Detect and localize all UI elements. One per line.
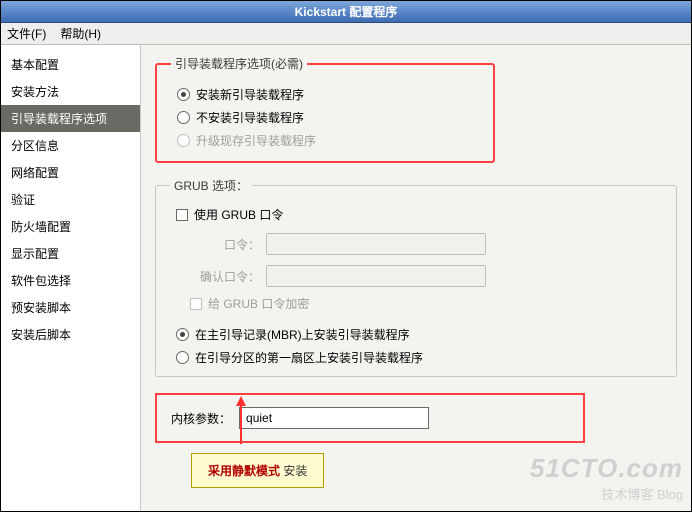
pass-label: 口令： [190, 236, 260, 253]
bootloader-options-group: 引导装载程序选项(必需) 安装新引导装载程序 不安装引导装载程序 升级现存引导装… [155, 55, 495, 163]
sidebar-item-1[interactable]: 安装方法 [1, 78, 140, 105]
annotation-note: 采用静默模式 安装 [191, 453, 324, 488]
menu-file[interactable]: 文件(F) [7, 25, 46, 42]
sidebar-item-7[interactable]: 显示配置 [1, 240, 140, 267]
check-label: 给 GRUB 口令加密 [208, 295, 309, 312]
kernel-params-input[interactable] [239, 407, 429, 429]
radio-label: 在主引导记录(MBR)上安装引导装载程序 [195, 326, 410, 343]
radio-icon [177, 134, 190, 147]
check-use-grub-pass[interactable]: 使用 GRUB 口令 [176, 206, 662, 223]
workspace: 基本配置安装方法引导装载程序选项分区信息网络配置验证防火墙配置显示配置软件包选择… [1, 45, 691, 511]
radio-icon [176, 328, 189, 341]
sidebar-item-9[interactable]: 预安装脚本 [1, 294, 140, 321]
sidebar-item-2[interactable]: 引导装载程序选项 [1, 105, 140, 132]
window-titlebar: Kickstart 配置程序 [1, 1, 691, 23]
radio-icon [177, 111, 190, 124]
content-pane: 引导装载程序选项(必需) 安装新引导装载程序 不安装引导装载程序 升级现存引导装… [141, 45, 691, 511]
grub-options-group: GRUB 选项： 使用 GRUB 口令 口令： 确认口令： 给 GRUB 口令加… [155, 177, 677, 377]
radio-install-first-sector[interactable]: 在引导分区的第一扇区上安装引导装载程序 [176, 349, 662, 366]
check-label: 使用 GRUB 口令 [194, 206, 283, 223]
sidebar-item-6[interactable]: 防火墙配置 [1, 213, 140, 240]
sidebar-item-10[interactable]: 安装后脚本 [1, 321, 140, 348]
kernel-label: 内核参数： [171, 410, 231, 427]
radio-label: 安装新引导装载程序 [196, 86, 304, 103]
annotation-suffix: 安装 [280, 464, 307, 478]
checkbox-icon [176, 209, 188, 221]
radio-label: 在引导分区的第一扇区上安装引导装载程序 [195, 349, 423, 366]
radio-no-install[interactable]: 不安装引导装载程序 [177, 109, 479, 126]
window-title: Kickstart 配置程序 [295, 3, 398, 20]
radio-upgrade: 升级现存引导装载程序 [177, 132, 479, 149]
annotation-prefix: 采用静默模式 [208, 464, 280, 478]
confirm-label: 确认口令： [190, 268, 260, 285]
row-grub-pass-confirm: 确认口令： [190, 265, 662, 287]
row-grub-pass: 口令： [190, 233, 662, 255]
menubar: 文件(F) 帮助(H) [1, 23, 691, 45]
grub-pass-confirm-input [266, 265, 486, 287]
radio-icon [176, 351, 189, 364]
radio-label: 不安装引导装载程序 [196, 109, 304, 126]
sidebar-item-8[interactable]: 软件包选择 [1, 267, 140, 294]
radio-install-mbr[interactable]: 在主引导记录(MBR)上安装引导装载程序 [176, 326, 662, 343]
grub-pass-input [266, 233, 486, 255]
radio-install-new[interactable]: 安装新引导装载程序 [177, 86, 479, 103]
sidebar: 基本配置安装方法引导装载程序选项分区信息网络配置验证防火墙配置显示配置软件包选择… [1, 45, 141, 511]
radio-label: 升级现存引导装载程序 [196, 132, 316, 149]
kernel-params-group: 内核参数： [155, 393, 585, 443]
bootloader-options-legend: 引导装载程序选项(必需) [171, 55, 307, 72]
arrow-line [240, 404, 242, 444]
radio-icon [177, 88, 190, 101]
checkbox-icon [190, 298, 202, 310]
sidebar-item-5[interactable]: 验证 [1, 186, 140, 213]
menu-help[interactable]: 帮助(H) [60, 25, 101, 42]
annotation-arrow [236, 396, 246, 444]
check-encrypt-pass: 给 GRUB 口令加密 [190, 295, 662, 312]
grub-legend: GRUB 选项： [170, 177, 252, 194]
sidebar-item-0[interactable]: 基本配置 [1, 51, 140, 78]
sidebar-item-4[interactable]: 网络配置 [1, 159, 140, 186]
sidebar-item-3[interactable]: 分区信息 [1, 132, 140, 159]
